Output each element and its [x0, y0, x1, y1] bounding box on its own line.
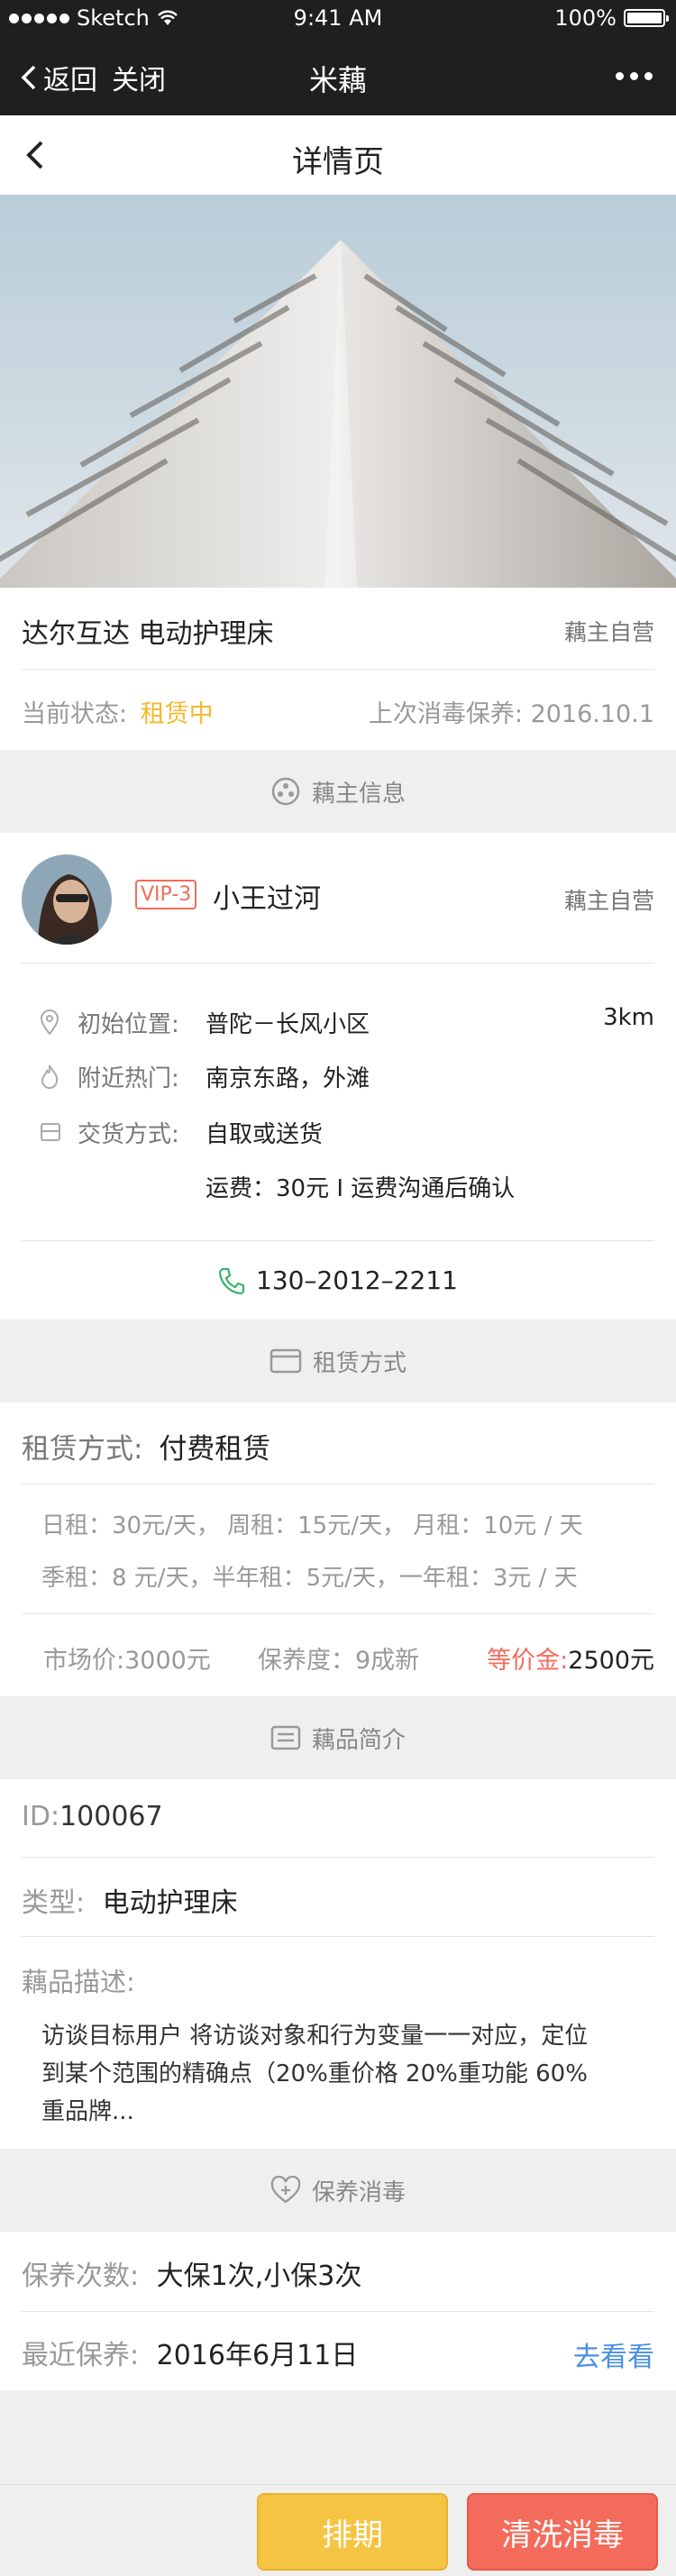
- owner-info-icon: [271, 777, 300, 806]
- deposit-label: 等价金:: [487, 1647, 569, 1675]
- shipping-fee: 运费：30元 I 运费沟通后确认: [206, 1175, 516, 1202]
- maintain-count-value: 大保1次,小保3次: [156, 2261, 362, 2292]
- last-maintain-row: 上次消毒保养: 2016.10.1: [369, 694, 654, 729]
- owner-section-title: 藕主信息: [311, 780, 406, 808]
- building-illustration: [0, 195, 676, 588]
- type-value: 电动护理床: [102, 1887, 238, 1919]
- divider: [22, 669, 654, 670]
- location-pin-icon: [40, 1009, 59, 1035]
- heart-plus-icon: [270, 2176, 301, 2204]
- delivery-value: 自取或送货: [206, 1121, 324, 1148]
- description-line-3: 重品牌...: [41, 2098, 134, 2125]
- rent-mode-row: 租赁方式: 付费租赁: [22, 1426, 270, 1466]
- divider: [22, 1857, 654, 1858]
- type-row: 类型: 电动护理床: [22, 1880, 238, 1920]
- more-menu-button[interactable]: [616, 72, 653, 80]
- deposit-value: 2500元: [568, 1647, 654, 1675]
- location-label: 初始位置:: [78, 1011, 179, 1038]
- id-label: ID:: [22, 1801, 60, 1832]
- phone-icon: [218, 1267, 245, 1294]
- deposit-row: 等价金:2500元: [487, 1640, 654, 1676]
- rent-mode-label: 租赁方式:: [22, 1433, 143, 1466]
- fire-icon: [41, 1064, 59, 1089]
- hotspot-label: 附近热门:: [78, 1065, 179, 1092]
- rent-price-row-2: 季租：8 元/天，半年租：5元/天，一年租：3元 / 天: [41, 1565, 578, 1592]
- intro-section-header: 藕品简介: [0, 1696, 676, 1779]
- last-maintain-value: 2016.10.1: [530, 700, 654, 728]
- maintain-count-row: 保养次数: 大保1次,小保3次: [22, 2253, 361, 2293]
- owner-type-badge: 藕主自营: [563, 619, 654, 645]
- owner-name[interactable]: 小王过河: [213, 876, 321, 916]
- battery-icon: [624, 9, 669, 27]
- status-label: 当前状态:: [22, 700, 128, 728]
- rent-mode-value: 付费租赁: [159, 1433, 271, 1466]
- description-line-1: 访谈目标用户 将访谈对象和行为变量一一对应，定位: [41, 2023, 589, 2050]
- description-label: 藕品描述:: [22, 1967, 135, 1997]
- status-value: 租赁中: [140, 700, 214, 728]
- maintain-section-header: 保养消毒: [0, 2149, 676, 2232]
- description-line-2: 到某个范围的精确点（20%重价格 20%重功能 60%: [41, 2060, 588, 2087]
- rent-section-header: 租赁方式: [0, 1320, 676, 1402]
- owner-card: VIP-3 小王过河 藕主自营 初始位置: 普陀－长风小区 3km 附近热门: …: [0, 833, 676, 1320]
- divider: [22, 1613, 654, 1614]
- divider: [22, 1936, 654, 1937]
- page-title: 详情页: [292, 144, 384, 180]
- vip-level: VIP-3: [135, 880, 197, 909]
- product-info: 达尔互达 电动护理床 藕主自营 当前状态: 租赁中 上次消毒保养: 2016.1…: [0, 588, 676, 750]
- avatar[interactable]: [22, 854, 112, 945]
- recent-maintain-row: 最近保养: 2016年6月11日: [22, 2333, 358, 2372]
- phone-row[interactable]: 130–2012–2211: [0, 1265, 676, 1295]
- rent-card: 租赁方式: 付费租赁 日租：30元/天， 周租：15元/天， 月租：10元 / …: [0, 1402, 676, 1696]
- owner-section-header: 藕主信息: [0, 750, 676, 833]
- battery-label: 100%: [554, 5, 617, 31]
- app-title: 米藕: [308, 63, 367, 97]
- maintain-card: 保养次数: 大保1次,小保3次 最近保养: 2016年6月11日 去看看: [0, 2232, 676, 2390]
- wechat-nav-bar: 返回 关闭 米藕: [0, 36, 676, 115]
- type-label: 类型:: [22, 1887, 86, 1919]
- maintain-count-label: 保养次数:: [22, 2261, 140, 2292]
- divider: [22, 1240, 654, 1241]
- card-icon: [269, 1348, 302, 1374]
- view-link[interactable]: 去看看: [573, 2334, 654, 2374]
- divider: [22, 2311, 654, 2312]
- market-price: 市场价:3000元: [43, 1647, 211, 1675]
- distance-value: 3km: [603, 1004, 654, 1031]
- product-name: 达尔互达 电动护理床: [22, 618, 274, 650]
- vip-badge: VIP-3: [135, 880, 197, 909]
- hotspot-value: 南京东路，外滩: [206, 1065, 370, 1092]
- list-icon: [270, 1725, 301, 1750]
- recent-maintain-label: 最近保养:: [22, 2340, 140, 2371]
- clean-disinfect-button[interactable]: 清洗消毒: [467, 2493, 658, 2571]
- product-image: [0, 195, 676, 588]
- status-bar: Sketch 9:41 AM 100%: [0, 0, 676, 36]
- phone-number[interactable]: 130–2012–2211: [256, 1265, 458, 1295]
- rent-price-row-1: 日租：30元/天， 周租：15元/天， 月租：10元 / 天: [41, 1512, 583, 1539]
- location-value: 普陀－长风小区: [206, 1011, 370, 1038]
- status-row: 当前状态: 租赁中: [22, 694, 214, 729]
- rent-section-title: 租赁方式: [312, 1349, 407, 1377]
- intro-section-title: 藕品简介: [311, 1726, 406, 1754]
- page-header: 详情页: [0, 115, 676, 195]
- schedule-button[interactable]: 排期: [257, 2493, 448, 2571]
- delivery-icon: [41, 1123, 60, 1141]
- condition: 保养度：9成新: [258, 1647, 420, 1675]
- recent-maintain-value: 2016年6月11日: [156, 2340, 359, 2371]
- maintain-section-title: 保养消毒: [311, 2179, 406, 2206]
- last-maintain-label: 上次消毒保养:: [368, 700, 523, 728]
- id-value: 100067: [59, 1801, 163, 1832]
- divider: [22, 963, 654, 964]
- delivery-label: 交货方式:: [78, 1121, 179, 1148]
- intro-card: ID:100067 类型: 电动护理床 藕品描述: 访谈目标用户 将访谈对象和行…: [0, 1779, 676, 2149]
- id-row: ID:100067: [22, 1801, 163, 1832]
- owner-type: 藕主自营: [563, 888, 654, 914]
